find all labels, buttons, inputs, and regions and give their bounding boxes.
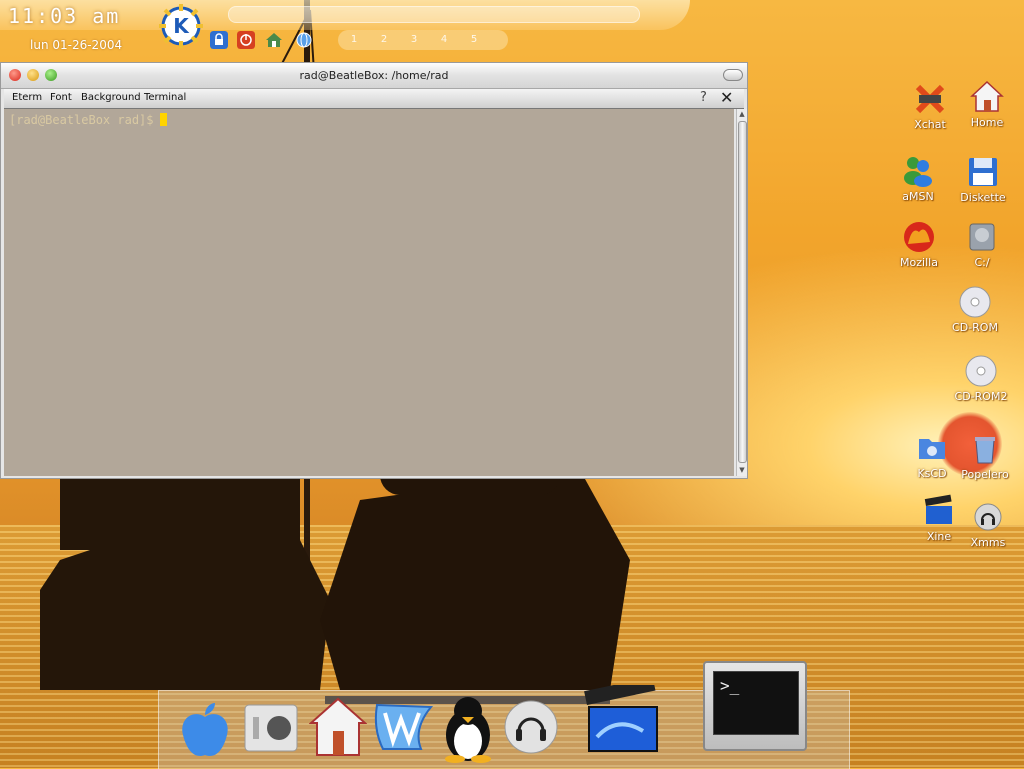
desktop-icon-label: Home bbox=[970, 116, 1004, 129]
menu-background[interactable]: Background bbox=[81, 92, 141, 103]
close-icon[interactable]: ✕ bbox=[720, 88, 733, 107]
home-icon[interactable] bbox=[309, 697, 367, 757]
panel-date: lun 01-26-2004 bbox=[30, 38, 123, 52]
terminal-icon-screen: >_ bbox=[713, 671, 799, 735]
mail-icon[interactable] bbox=[371, 699, 437, 755]
terminal-prompt-glyph: >_ bbox=[720, 676, 740, 695]
cdrom-icon bbox=[965, 355, 997, 387]
collapse-window-button[interactable] bbox=[723, 69, 743, 81]
top-panel: 11:03 am lun 01-26-2004 K 1 2 3 4 5 bbox=[0, 0, 690, 58]
menu-font[interactable]: Font bbox=[50, 92, 72, 103]
lock-screen-icon[interactable] bbox=[210, 31, 228, 49]
home-folder-icon[interactable] bbox=[265, 31, 283, 49]
logout-icon[interactable] bbox=[237, 31, 255, 49]
pager-desktop-4[interactable]: 4 bbox=[436, 32, 452, 48]
kscd-icon bbox=[919, 439, 945, 459]
pager-desktop-5[interactable]: 5 bbox=[466, 32, 482, 48]
desktop-icon-cdrom[interactable]: CD-ROM bbox=[940, 285, 1010, 334]
diskette-icon bbox=[969, 158, 997, 186]
desktop-icon-diskette[interactable]: Diskette bbox=[948, 155, 1018, 204]
desktop-icon-home[interactable]: Home bbox=[952, 80, 1022, 129]
desktop-icon-label: aMSN bbox=[902, 190, 934, 203]
terminal-output[interactable]: [rad@BeatleBox rad]$ bbox=[4, 109, 734, 476]
desktop-icon-label: C:/ bbox=[974, 256, 990, 269]
help-icon[interactable]: ? bbox=[700, 90, 707, 105]
desktop-icon-label: CD-ROM2 bbox=[954, 390, 1008, 403]
network-globe-icon[interactable] bbox=[295, 31, 313, 49]
hard-drive-icon bbox=[969, 223, 995, 251]
desktop-icon-c-drive[interactable]: C:/ bbox=[947, 220, 1017, 269]
desktop-icon-mozilla[interactable]: Mozilla bbox=[884, 220, 954, 269]
desktop-icon-label: Diskette bbox=[960, 191, 1006, 204]
amsn-icon bbox=[904, 157, 932, 187]
svg-text:K: K bbox=[173, 14, 190, 38]
taskbar-strip[interactable] bbox=[228, 6, 640, 23]
system-preferences-icon[interactable] bbox=[243, 703, 299, 753]
kde-menu-icon[interactable]: K bbox=[158, 3, 204, 49]
menu-terminal[interactable]: Terminal bbox=[144, 92, 186, 103]
dock: >_ bbox=[158, 661, 850, 769]
desktop-icon-amsn[interactable]: aMSN bbox=[883, 154, 953, 203]
shell-prompt: [rad@BeatleBox rad]$ bbox=[9, 113, 167, 127]
terminal-scrollbar[interactable]: ▲ ▼ bbox=[736, 109, 747, 476]
scroll-down-arrow-icon[interactable]: ▼ bbox=[738, 466, 746, 474]
desktop-icon-label: Popelero bbox=[961, 468, 1009, 481]
window-title: rad@BeatleBox: /home/rad bbox=[299, 69, 449, 82]
scroll-up-arrow-icon[interactable]: ▲ bbox=[738, 110, 746, 118]
desktop-icon-label: CD-ROM bbox=[952, 321, 998, 334]
pager-desktop-3[interactable]: 3 bbox=[406, 32, 422, 48]
desktop-icon-popelero[interactable]: Popelero bbox=[950, 432, 1020, 481]
mozilla-icon bbox=[904, 222, 934, 252]
pager-desktop-2[interactable]: 2 bbox=[376, 32, 392, 48]
panel-clock[interactable]: 11:03 am bbox=[8, 4, 120, 28]
cdrom-icon bbox=[959, 286, 991, 318]
eterm-window: rad@BeatleBox: /home/rad Eterm Font Back… bbox=[0, 62, 748, 479]
home-icon bbox=[970, 80, 1004, 112]
clapperboard-icon[interactable] bbox=[583, 685, 663, 755]
eterm-menubar: Eterm Font Background Terminal ? ✕ bbox=[4, 88, 744, 109]
terminal-icon[interactable]: >_ bbox=[703, 661, 807, 751]
desktop-icon-label: Mozilla bbox=[900, 256, 938, 269]
apple-logo-icon[interactable] bbox=[177, 701, 233, 761]
trash-icon bbox=[975, 437, 995, 464]
headphones-icon[interactable] bbox=[503, 699, 559, 755]
xchat-icon bbox=[915, 84, 945, 114]
window-titlebar[interactable]: rad@BeatleBox: /home/rad bbox=[1, 63, 747, 89]
scrollbar-thumb[interactable] bbox=[738, 121, 747, 463]
text-cursor bbox=[159, 113, 167, 126]
desktop-pager[interactable]: 1 2 3 4 5 bbox=[338, 30, 508, 50]
pager-desktop-1[interactable]: 1 bbox=[346, 32, 362, 48]
tux-penguin-icon[interactable] bbox=[435, 693, 501, 763]
desktop-icon-xmms[interactable]: Xmms bbox=[953, 500, 1023, 549]
desktop-icon-label: Xmms bbox=[970, 536, 1006, 549]
menu-eterm[interactable]: Eterm bbox=[12, 92, 42, 103]
prompt-text: [rad@BeatleBox rad]$ bbox=[9, 113, 154, 127]
xine-icon bbox=[924, 494, 952, 524]
desktop-icon-cdrom2[interactable]: CD-ROM2 bbox=[946, 354, 1016, 403]
xmms-icon bbox=[974, 503, 1002, 531]
